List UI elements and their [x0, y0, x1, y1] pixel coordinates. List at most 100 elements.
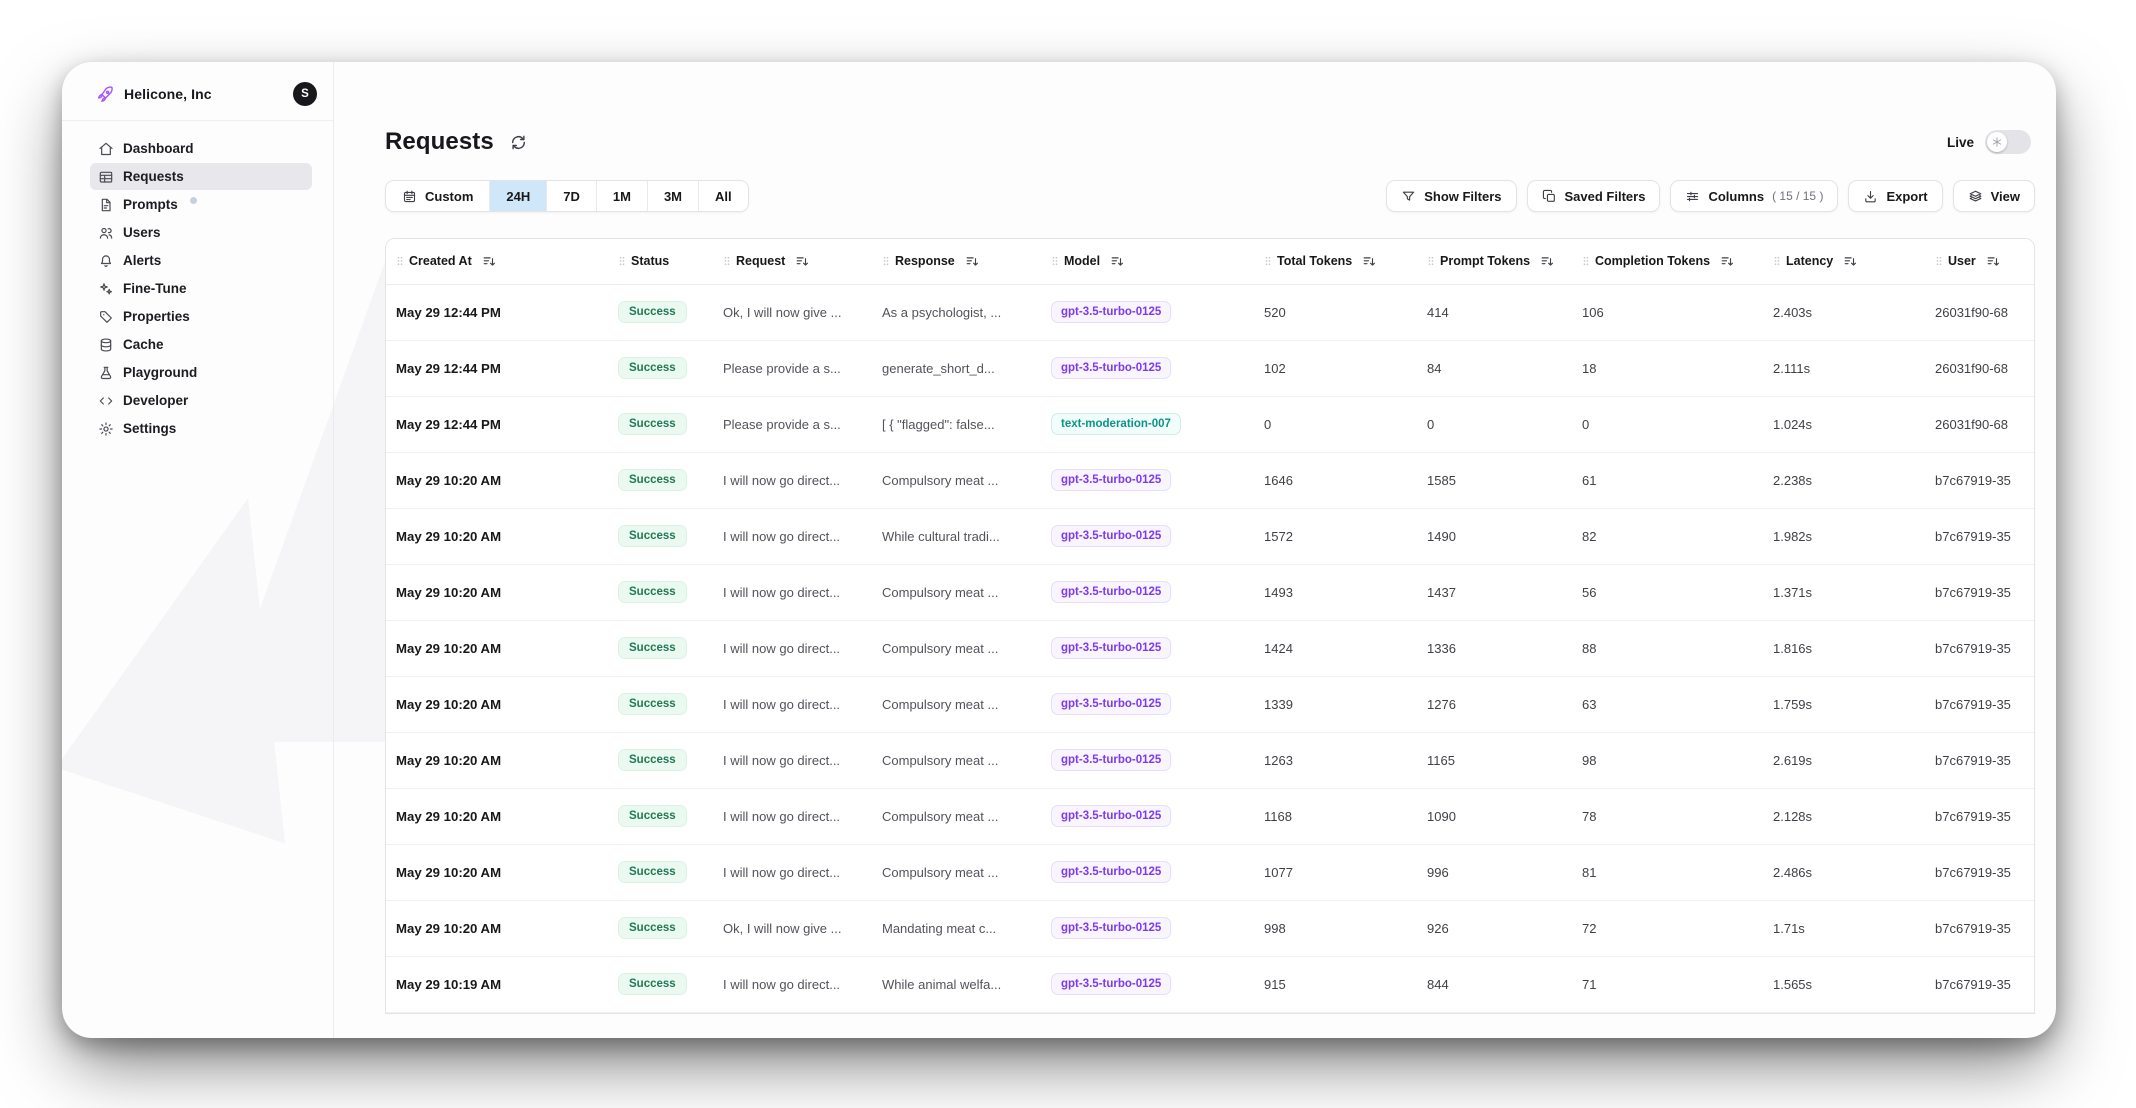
column-label: Response — [895, 254, 955, 268]
table-row[interactable]: May 29 10:20 AMSuccessI will now go dire… — [386, 620, 2035, 676]
column-header-prompt-tokens[interactable]: Prompt Tokens — [1417, 239, 1572, 284]
sidebar-item-requests[interactable]: Requests — [90, 163, 312, 190]
sidebar-item-users[interactable]: Users — [90, 219, 312, 246]
cell-request: I will now go direct... — [713, 732, 872, 788]
drag-handle-icon[interactable] — [1580, 255, 1592, 267]
column-header-latency[interactable]: Latency — [1763, 239, 1925, 284]
drag-handle-icon[interactable] — [1425, 255, 1437, 267]
table-row[interactable]: May 29 10:20 AMSuccessI will now go dire… — [386, 508, 2035, 564]
refresh-icon[interactable] — [509, 133, 528, 152]
time-range-3m[interactable]: 3M — [648, 181, 699, 211]
saved-filters-button[interactable]: Saved Filters — [1527, 180, 1661, 212]
table-row[interactable]: May 29 10:20 AMSuccessI will now go dire… — [386, 732, 2035, 788]
table-row[interactable]: May 29 10:19 AMSuccessI will now go dire… — [386, 956, 2035, 1012]
column-header-created-at[interactable]: Created At — [386, 239, 608, 284]
column-header-completion-tokens[interactable]: Completion Tokens — [1572, 239, 1763, 284]
cell-created-at: May 29 10:20 AM — [386, 452, 608, 508]
cell-response: Compulsory meat ... — [872, 564, 1041, 620]
cell-completion-tokens: 81 — [1572, 844, 1763, 900]
drag-handle-icon[interactable] — [1262, 255, 1274, 267]
drag-handle-icon[interactable] — [880, 255, 892, 267]
sidebar-item-fine-tune[interactable]: Fine-Tune — [90, 275, 312, 302]
table-row[interactable]: May 29 10:20 AMSuccessI will now go dire… — [386, 452, 2035, 508]
main-content: Requests Live Custom24H7D1M3MAll Show Fi… — [334, 62, 2056, 1038]
status-badge: Success — [618, 973, 687, 995]
table-row[interactable]: May 29 12:44 PMSuccessOk, I will now giv… — [386, 284, 2035, 340]
drag-handle-icon[interactable] — [616, 255, 628, 267]
sort-desc-icon[interactable] — [795, 254, 810, 269]
status-badge: Success — [618, 693, 687, 715]
table-row[interactable]: May 29 10:20 AMSuccessOk, I will now giv… — [386, 900, 2035, 956]
time-range-24h[interactable]: 24H — [490, 181, 547, 211]
cell-request: I will now go direct... — [713, 676, 872, 732]
live-toggle[interactable] — [1985, 130, 2031, 154]
sidebar: Helicone, Inc S DashboardRequestsPrompts… — [62, 62, 334, 1038]
sort-desc-icon[interactable] — [1110, 254, 1125, 269]
time-range-custom[interactable]: Custom — [386, 181, 490, 211]
cell-latency: 2.403s — [1763, 284, 1925, 340]
cell-model: gpt-3.5-turbo-0125 — [1041, 732, 1254, 788]
drag-handle-icon[interactable] — [1771, 255, 1783, 267]
sidebar-item-properties[interactable]: Properties — [90, 303, 312, 330]
time-range-label: 7D — [563, 189, 580, 204]
calendar-icon — [402, 189, 417, 204]
table-row[interactable]: May 29 10:20 AMSuccessI will now go dire… — [386, 676, 2035, 732]
table-row[interactable]: May 29 10:20 AMSuccessI will now go dire… — [386, 844, 2035, 900]
columns-button[interactable]: Columns( 15 / 15 ) — [1670, 180, 1838, 212]
sort-desc-icon[interactable] — [965, 254, 980, 269]
button-label: Columns — [1708, 189, 1764, 204]
time-range-1m[interactable]: 1M — [597, 181, 648, 211]
cell-user: b7c67919-35 — [1925, 676, 2035, 732]
live-toggle-group: Live — [1947, 130, 2031, 154]
cell-response: Mandating meat c... — [872, 900, 1041, 956]
cell-completion-tokens: 88 — [1572, 620, 1763, 676]
drag-handle-icon[interactable] — [394, 255, 406, 267]
table-row[interactable]: May 29 10:20 AMSuccessI will now go dire… — [386, 564, 2035, 620]
time-range-all[interactable]: All — [699, 181, 748, 211]
column-label: Status — [631, 254, 669, 268]
avatar[interactable]: S — [293, 82, 317, 106]
drag-handle-icon[interactable] — [721, 255, 733, 267]
sort-desc-icon[interactable] — [482, 254, 497, 269]
model-pill: gpt-3.5-turbo-0125 — [1051, 693, 1171, 715]
page-background: { "sidebar": { "org": { "name": "Helicon… — [0, 0, 2136, 1108]
show-filters-button[interactable]: Show Filters — [1386, 180, 1516, 212]
org-switcher[interactable]: Helicone, Inc S — [62, 62, 333, 121]
sort-desc-icon[interactable] — [1540, 254, 1555, 269]
sort-desc-icon[interactable] — [1986, 254, 2001, 269]
sidebar-item-alerts[interactable]: Alerts — [90, 247, 312, 274]
drag-handle-icon[interactable] — [1049, 255, 1061, 267]
sort-desc-icon[interactable] — [1843, 254, 1858, 269]
drag-handle-icon[interactable] — [1933, 255, 1945, 267]
sidebar-item-cache[interactable]: Cache — [90, 331, 312, 358]
cell-total-tokens: 1339 — [1254, 676, 1417, 732]
export-button[interactable]: Export — [1848, 180, 1942, 212]
sidebar-item-settings[interactable]: Settings — [90, 415, 312, 442]
column-header-response[interactable]: Response — [872, 239, 1041, 284]
sidebar-item-prompts[interactable]: Prompts — [90, 191, 312, 218]
column-header-request[interactable]: Request — [713, 239, 872, 284]
view-button[interactable]: View — [1953, 180, 2035, 212]
table-row[interactable]: May 29 10:20 AMSuccessI will now go dire… — [386, 788, 2035, 844]
cell-prompt-tokens: 926 — [1417, 900, 1572, 956]
sidebar-item-developer[interactable]: Developer — [90, 387, 312, 414]
time-range-7d[interactable]: 7D — [547, 181, 597, 211]
table-body: May 29 12:44 PMSuccessOk, I will now giv… — [386, 284, 2035, 1012]
cell-model: text-moderation-007 — [1041, 396, 1254, 452]
cell-latency: 2.111s — [1763, 340, 1925, 396]
table-row[interactable]: May 29 12:44 PMSuccessPlease provide a s… — [386, 340, 2035, 396]
table-row[interactable]: May 29 12:44 PMSuccessPlease provide a s… — [386, 396, 2035, 452]
sort-desc-icon[interactable] — [1720, 254, 1735, 269]
column-header-model[interactable]: Model — [1041, 239, 1254, 284]
cell-user: b7c67919-35 — [1925, 508, 2035, 564]
time-range-label: 24H — [506, 189, 530, 204]
cell-created-at: May 29 10:20 AM — [386, 564, 608, 620]
home-icon — [98, 141, 114, 157]
sort-desc-icon[interactable] — [1362, 254, 1377, 269]
column-header-user[interactable]: User — [1925, 239, 2035, 284]
cell-model: gpt-3.5-turbo-0125 — [1041, 844, 1254, 900]
sidebar-item-dashboard[interactable]: Dashboard — [90, 135, 312, 162]
column-header-status[interactable]: Status — [608, 239, 713, 284]
sidebar-item-playground[interactable]: Playground — [90, 359, 312, 386]
column-header-total-tokens[interactable]: Total Tokens — [1254, 239, 1417, 284]
